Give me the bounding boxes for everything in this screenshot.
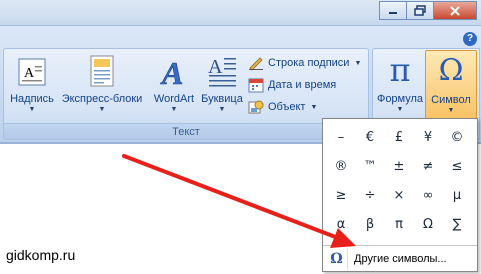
watermark: gidkomp.ru	[6, 247, 76, 263]
red-arrow-annotation	[122, 154, 356, 248]
